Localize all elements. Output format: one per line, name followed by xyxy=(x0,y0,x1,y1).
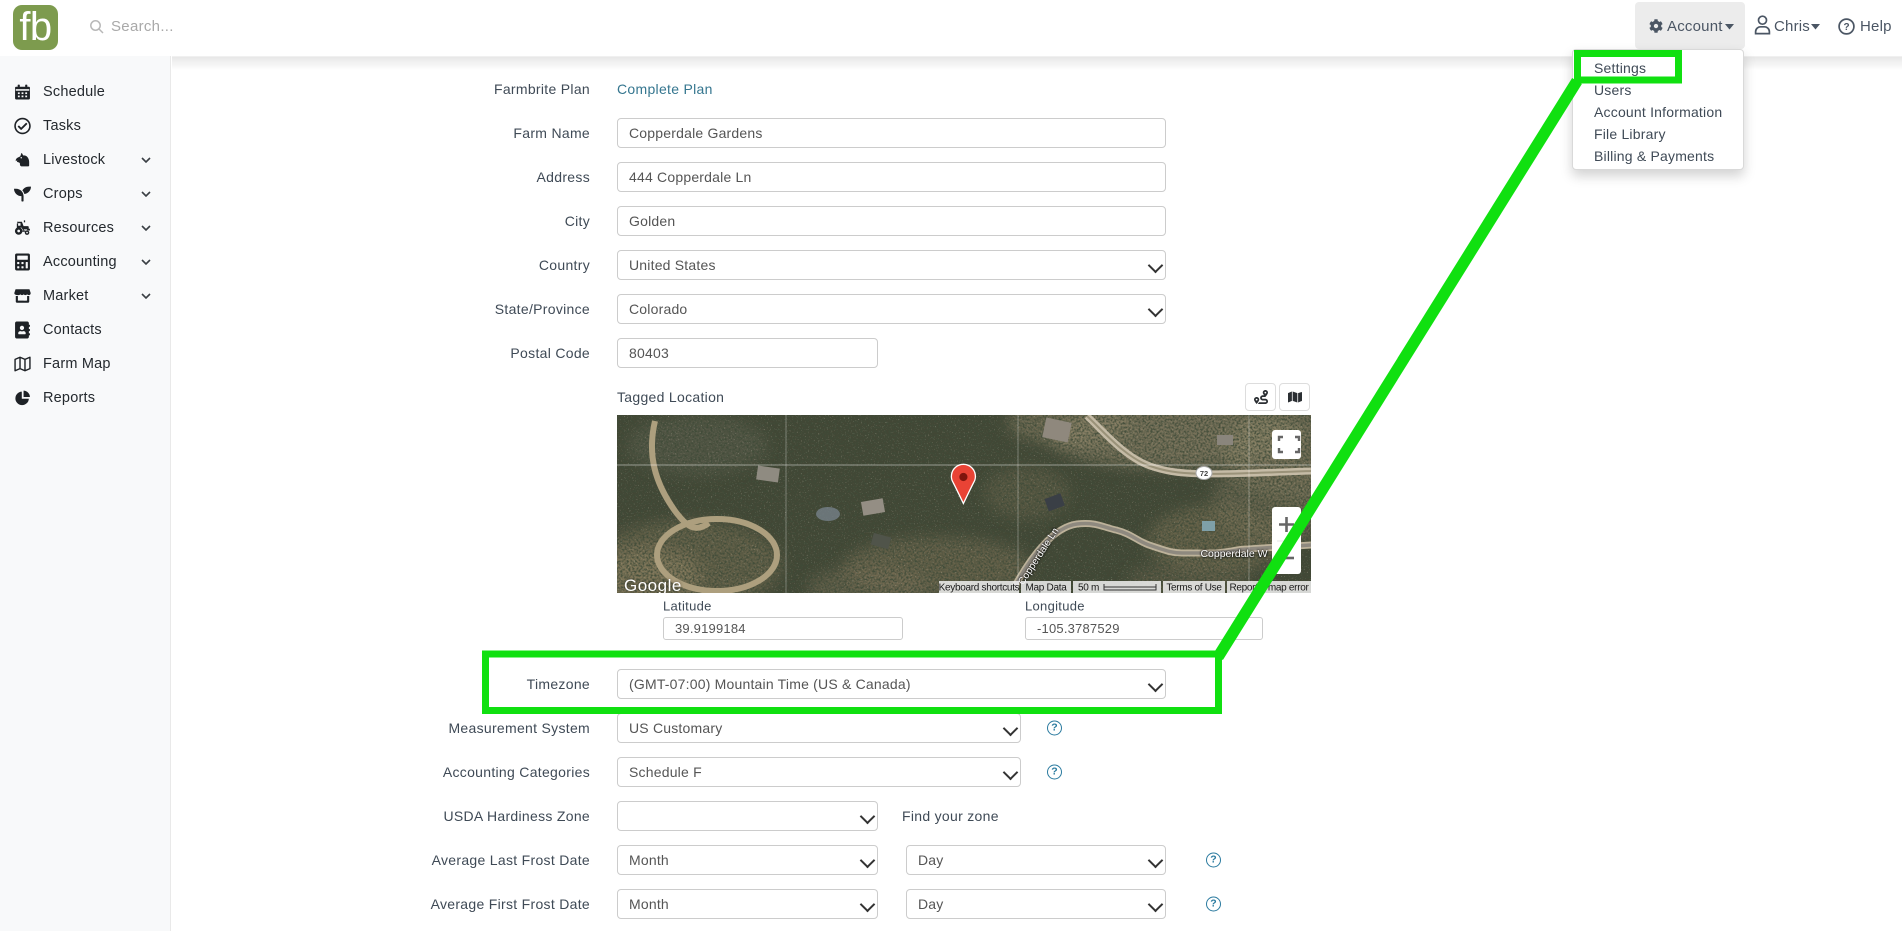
svg-text:50 m: 50 m xyxy=(1078,583,1099,594)
svg-text:?: ? xyxy=(1843,22,1849,33)
svg-text:Report a map error: Report a map error xyxy=(1229,583,1309,594)
svg-text:Map Data: Map Data xyxy=(1026,583,1068,594)
svg-text:72: 72 xyxy=(1200,469,1208,478)
svg-text:Copperdale W: Copperdale W xyxy=(1200,548,1267,560)
svg-text:Keyboard shortcuts: Keyboard shortcuts xyxy=(939,583,1020,594)
svg-text:Google: Google xyxy=(624,576,682,593)
svg-text:Terms of Use: Terms of Use xyxy=(1166,583,1222,594)
